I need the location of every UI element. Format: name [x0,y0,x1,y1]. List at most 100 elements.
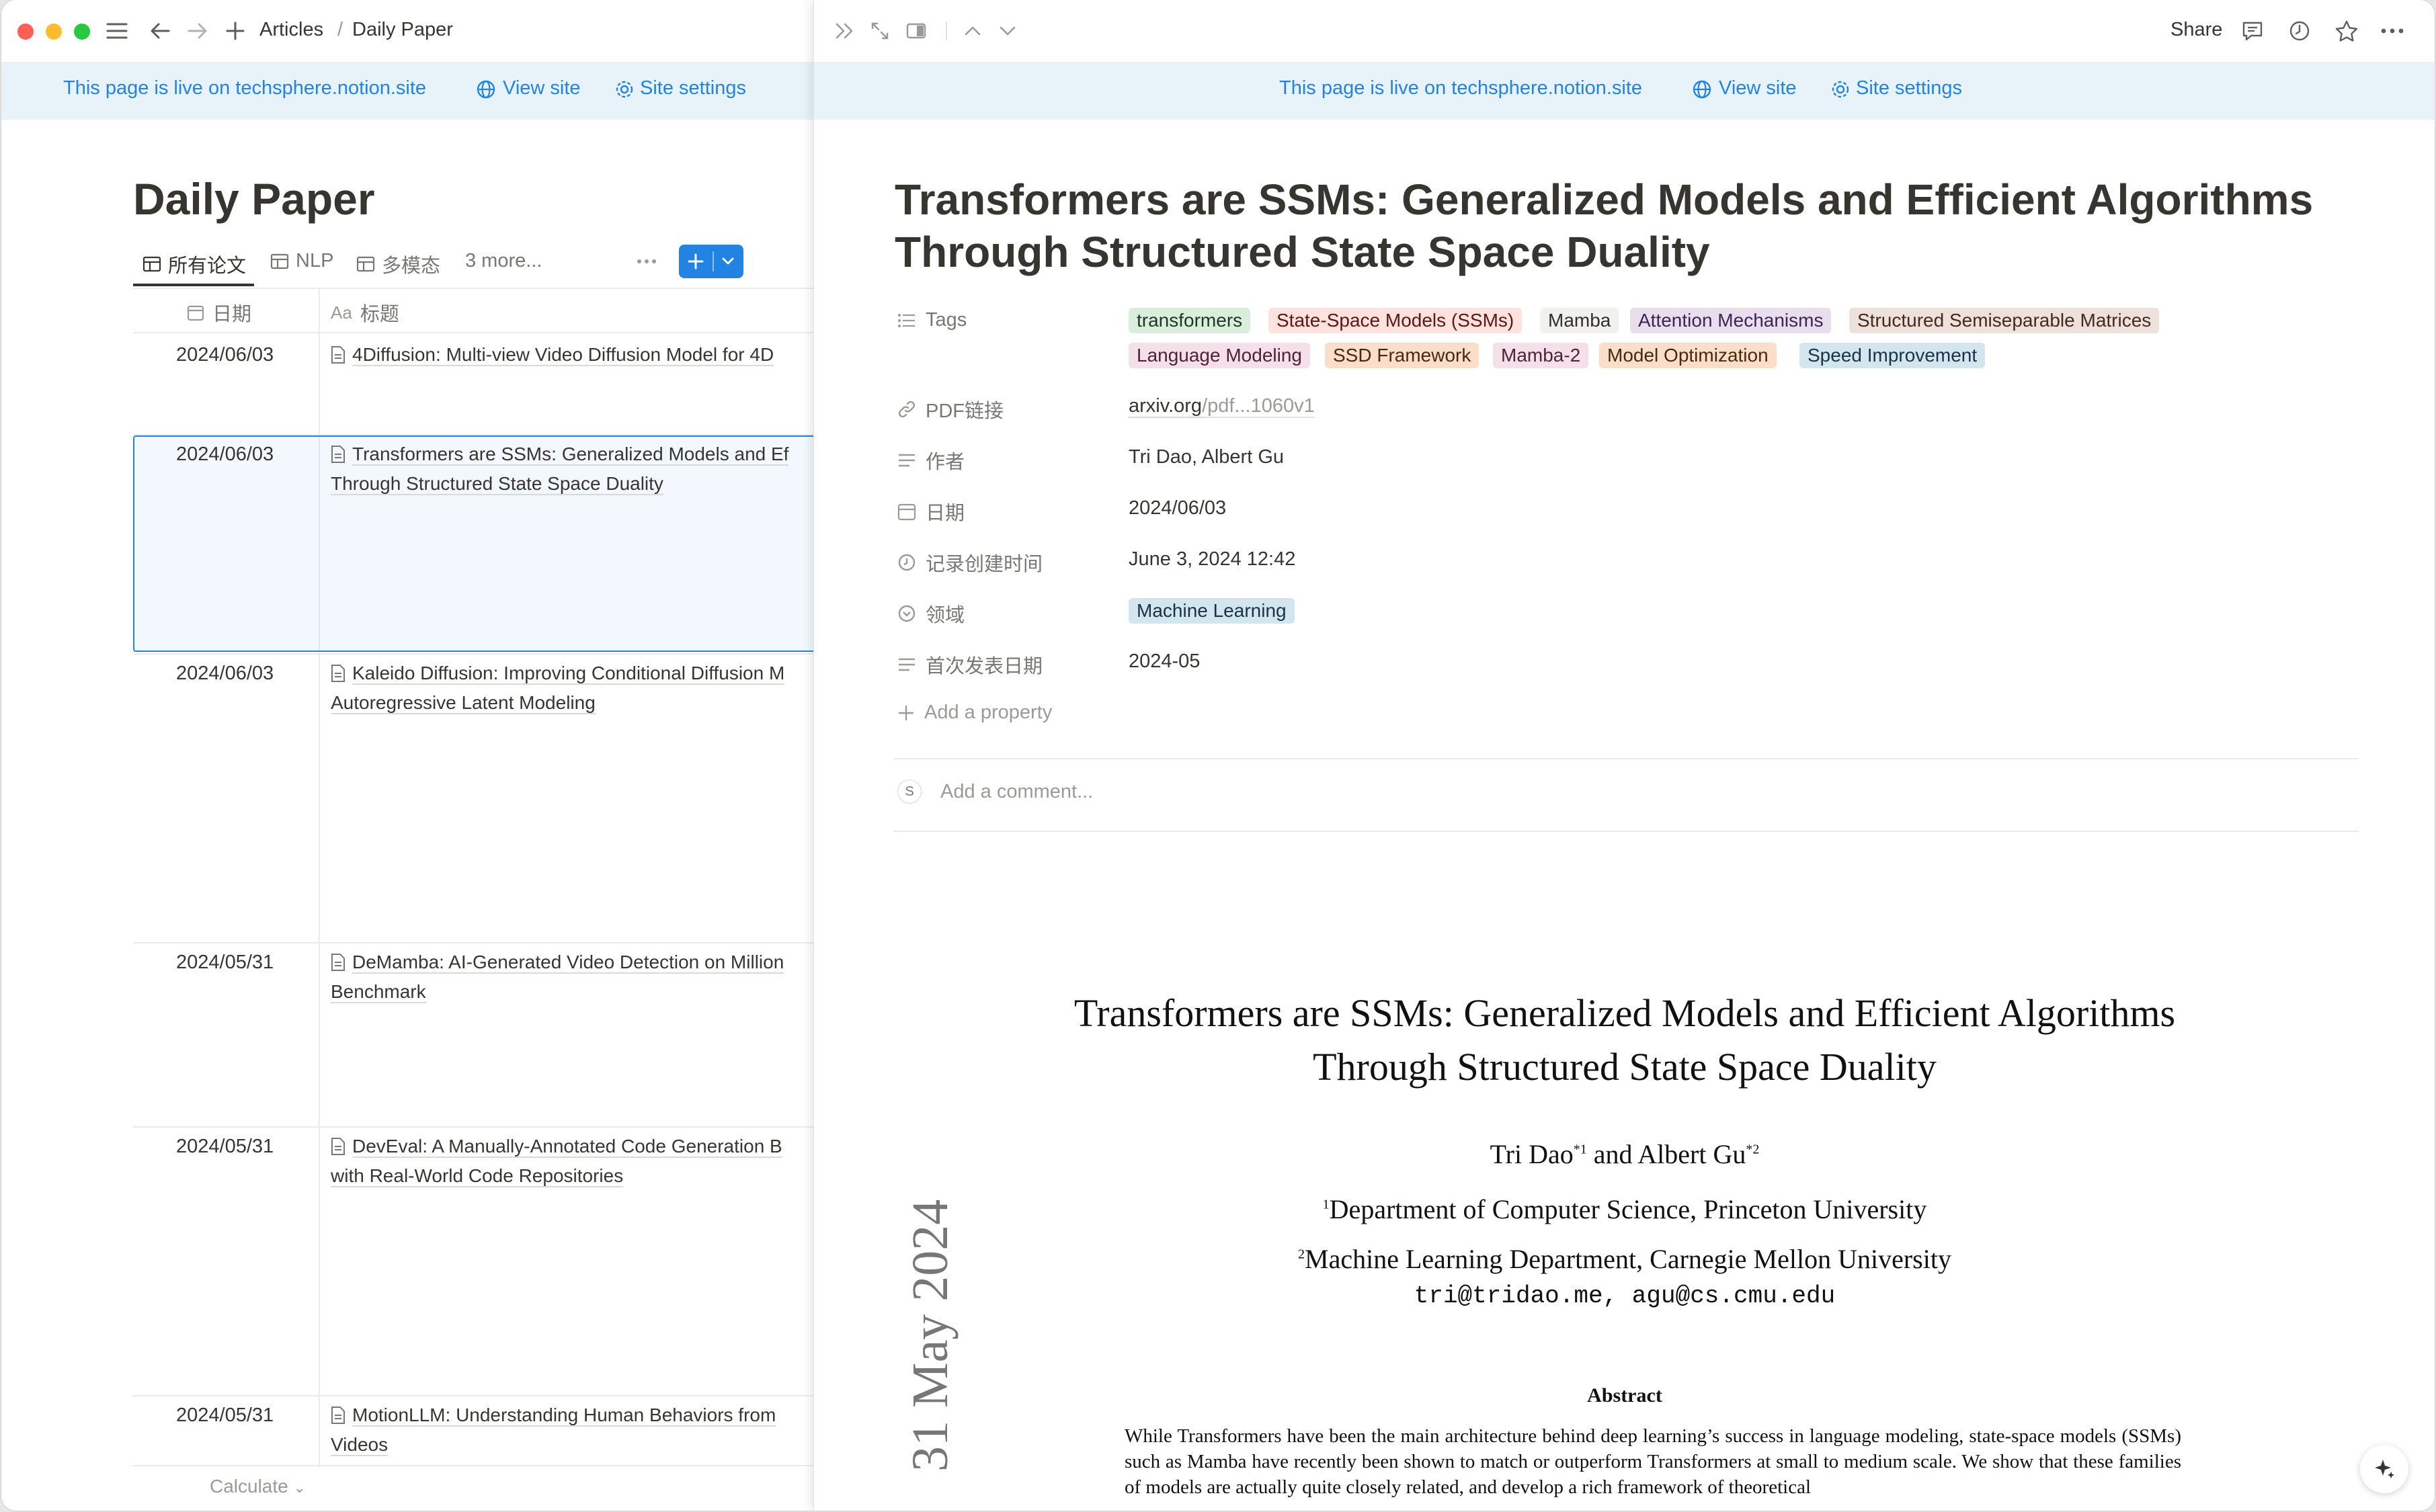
new-entry-button[interactable] [679,245,743,278]
add-property-label: Add a property [924,702,1053,723]
text-lines-icon [897,657,916,673]
row-date: 2024/06/03 [176,344,274,366]
view-tab-label: 所有论文 [168,255,247,277]
row-divider [133,1395,813,1396]
ai-assistant-button[interactable] [2360,1445,2408,1493]
close-peek-double-chevron-icon[interactable] [833,20,857,42]
breadcrumb-separator: / [337,19,343,40]
property-author[interactable]: 作者 [897,446,965,474]
pdf-link-value[interactable]: arxiv.org/pdf...1060v1 [1129,395,1315,418]
column-header-label: 日期 [212,304,252,325]
author-value[interactable]: Tri Dao, Albert Gu [1129,446,1284,468]
row-title[interactable]: Transformers are SSMs: Generalized Model… [331,439,815,499]
property-created-time[interactable]: 记录创建时间 [897,548,1043,577]
property-label: 日期 [926,503,965,524]
back-arrow-icon[interactable] [148,19,172,43]
tag-chip[interactable]: Model Optimization [1599,343,1777,368]
tag-chip[interactable]: Language Modeling [1129,343,1310,368]
property-domain[interactable]: 领域 [897,599,965,628]
domain-tag-chip[interactable]: Machine Learning [1129,598,1295,624]
view-tab-nlp[interactable]: NLP [270,250,333,272]
table-icon [356,256,375,272]
active-tab-underline [133,284,254,286]
column-header-title[interactable]: Aa 标题 [331,298,399,327]
tag-chip[interactable]: Speed Improvement [1799,343,1986,368]
minimize-window-button[interactable] [46,24,62,40]
tag-chip[interactable]: Attention Mechanisms [1630,308,1832,333]
tag-chip[interactable]: SSD Framework [1325,343,1479,368]
more-options-icon[interactable] [633,253,660,270]
database-pane: Articles / Daily Paper This page is live… [1,0,825,1511]
property-pdf-link[interactable]: PDF链接 [897,395,1004,423]
property-label: 首次发表日期 [926,656,1043,677]
row-divider [133,1465,813,1466]
plus-icon [687,253,704,270]
comment-input[interactable]: Add a comment... [940,781,1093,803]
property-tags[interactable]: Tags [897,309,967,331]
row-title[interactable]: DevEval: A Manually-Annotated Code Gener… [331,1132,815,1191]
view-tab-multimodal[interactable]: 多模态 [356,250,440,278]
tag-chip[interactable]: State-Space Models (SSMs) [1268,308,1522,333]
pdf-abstract-text: While Transformers have been the main ar… [1125,1425,2181,1498]
published-date-value[interactable]: 2024-05 [1129,650,1200,673]
forward-arrow-icon[interactable] [186,19,210,43]
side-peek-layout-icon[interactable] [904,20,928,42]
more-options-icon[interactable] [2379,19,2406,43]
more-views-button[interactable]: 3 more... [465,250,542,272]
site-settings-link[interactable]: Site settings [1856,77,1962,99]
chevron-up-icon[interactable] [961,20,985,42]
gear-icon [1830,79,1851,99]
row-title[interactable]: Kaleido Diffusion: Improving Conditional… [331,659,815,718]
properties-divider [893,758,2359,759]
tag-chip[interactable]: transformers [1129,308,1251,333]
history-clock-icon[interactable] [2287,19,2312,43]
expand-icon[interactable] [868,20,892,42]
zoom-window-button[interactable] [74,24,90,40]
created-time-value: June 3, 2024 12:42 [1129,548,1296,570]
chevron-down-icon[interactable] [996,20,1020,42]
row-divider [133,653,813,655]
more-views-label: 3 more... [465,250,542,271]
property-label: 作者 [926,452,965,473]
calendar-icon [897,502,916,521]
site-settings-link[interactable]: Site settings [640,77,746,99]
new-page-plus-icon[interactable] [223,19,247,43]
row-title[interactable]: MotionLLM: Understanding Human Behaviors… [331,1400,815,1460]
breadcrumb-daily-paper[interactable]: Daily Paper [352,19,453,41]
tag-chip[interactable]: Mamba-2 [1493,343,1589,368]
view-tab-all-papers[interactable]: 所有论文 [143,250,246,278]
page-title[interactable]: Transformers are SSMs: Generalized Model… [895,173,2340,278]
breadcrumb-articles[interactable]: Articles [259,19,323,41]
chevron-down-icon[interactable] [719,254,737,269]
calendar-icon [187,304,204,321]
pdf-affiliation-2: 2Machine Learning Department, Carnegie M… [1298,1244,1951,1274]
row-date: 2024/06/03 [176,663,274,684]
link-icon [897,400,916,419]
comment-divider [893,831,2359,832]
share-button[interactable]: Share [2170,19,2222,41]
user-avatar: S [897,780,922,804]
page-icon [331,1406,346,1425]
add-property-button[interactable]: Add a property [897,702,1052,724]
tag-chip[interactable]: Mamba [1540,308,1619,333]
row-title[interactable]: DeMamba: AI-Generated Video Detection on… [331,948,815,1007]
column-header-date[interactable]: 日期 [187,298,251,327]
comment-icon[interactable] [2240,19,2265,43]
tag-chip[interactable]: Structured Semiseparable Matrices [1849,308,2160,333]
star-icon[interactable] [2334,19,2359,43]
list-icon [897,312,916,329]
live-site-text: This page is live on techsphere.notion.s… [63,77,427,99]
pdf-abstract-heading: Abstract [1587,1384,1662,1406]
view-site-link[interactable]: View site [1719,77,1797,99]
menu-icon[interactable] [105,19,129,43]
property-published-date[interactable]: 首次发表日期 [897,650,1043,679]
pdf-authors: Tri Dao*1 and Albert Gu*2 [1490,1139,1760,1169]
property-date[interactable]: 日期 [897,497,965,526]
date-value[interactable]: 2024/06/03 [1129,497,1226,519]
close-window-button[interactable] [17,24,34,40]
view-site-link[interactable]: View site [503,77,581,99]
property-label: 记录创建时间 [926,554,1043,575]
row-divider [133,942,813,943]
row-title[interactable]: 4Diffusion: Multi-view Video Diffusion M… [331,340,815,370]
calculate-button[interactable]: Calculate ⌄ [210,1476,306,1497]
